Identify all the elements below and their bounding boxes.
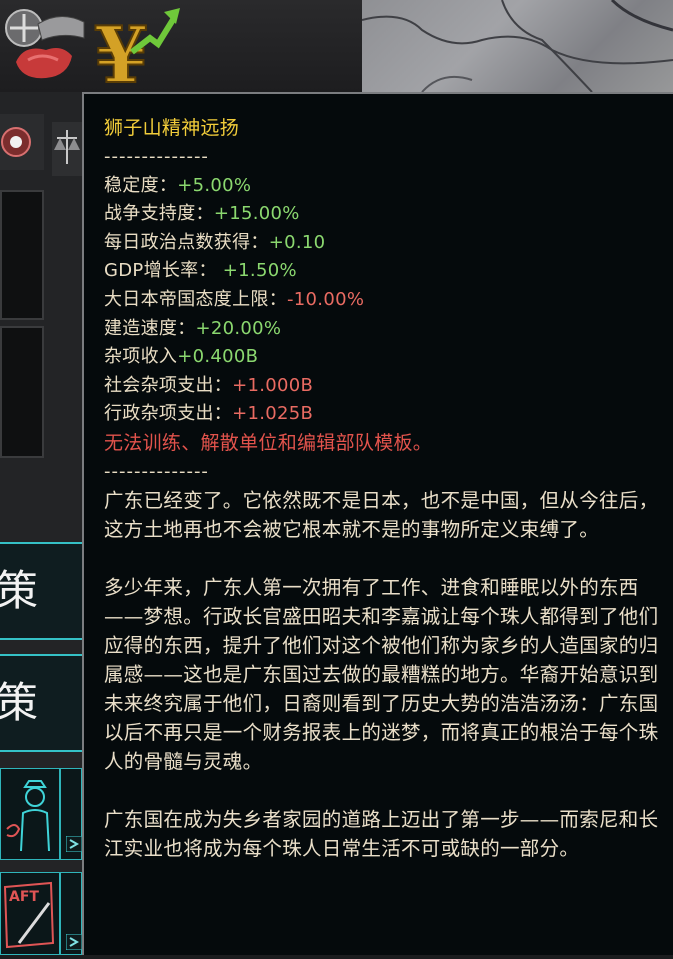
modifier-label: 行政杂项支出： xyxy=(104,403,233,425)
flavor-paragraph: 广东国在成为失乡者家园的道路上迈出了第一步——而索尼和长江实业也将成为每个珠人日… xyxy=(104,808,659,861)
modifier-label: 社会杂项支出： xyxy=(104,374,233,396)
panel-field xyxy=(0,190,44,320)
modifier-value: +1.50% xyxy=(222,260,297,282)
modifier-label: 建造速度： xyxy=(104,317,196,339)
modifier-value: +5.00% xyxy=(177,174,252,196)
flavor-paragraph: 多少年来，广东人第一次拥有了工作、进食和睡眠以外的东西——梦想。行政长官盛田昭夫… xyxy=(104,576,659,774)
advisor-slot[interactable] xyxy=(0,768,60,860)
modifier-value: +15.00% xyxy=(213,203,300,225)
modifier-value: +0.400B xyxy=(177,346,259,368)
modifier-label: 每日政治点数获得： xyxy=(104,231,269,253)
top-bar: ¥ xyxy=(0,0,362,94)
modifier-value: +1.025B xyxy=(232,403,314,425)
modifier-value: +0.10 xyxy=(268,231,326,253)
draft-paper-icon xyxy=(3,881,55,949)
separator: -------------- xyxy=(104,460,209,482)
police-officer-icon xyxy=(6,780,50,852)
modifier-label: GDP增长率： xyxy=(104,260,223,282)
money-growth-icon[interactable]: ¥ xyxy=(92,2,182,88)
draft-label: AFT xyxy=(9,889,39,905)
world-map[interactable] xyxy=(362,0,673,92)
separator: -------------- xyxy=(104,146,209,167)
panel-field xyxy=(0,326,44,458)
modifier-label: 战争支持度： xyxy=(104,203,214,225)
flavor-text: 广东已经变了。它依然既不是日本，也不是中国，但从今往后，这方土地再也不会被它根本… xyxy=(104,486,673,863)
modifier-label: 杂项收入 xyxy=(104,346,178,368)
cog-icon[interactable] xyxy=(0,114,44,170)
modifier-row: 大日本帝国态度上限： -10.00% xyxy=(104,286,673,315)
restriction-warning: 无法训练、解散单位和编辑部队模板。 xyxy=(104,431,433,454)
modifier-value: +1.000B xyxy=(232,374,314,396)
modifier-row: GDP增长率： +1.50% xyxy=(104,257,673,286)
policy-slot-1[interactable]: 策 xyxy=(0,542,82,640)
policy-slot-label: 策 xyxy=(0,566,39,615)
expand-arrow-icon[interactable] xyxy=(66,934,82,950)
tooltip-title: 狮子山精神远扬 xyxy=(104,117,240,139)
modifier-row: 社会杂项支出： +1.000B xyxy=(104,372,673,401)
modifier-row: 杂项收入 +0.400B xyxy=(104,343,673,372)
modifier-row: 稳定度： +5.00% xyxy=(104,172,673,201)
modifier-row: 每日政治点数获得： +0.10 xyxy=(104,229,673,258)
modifier-row: 战争支持度： +15.00% xyxy=(104,200,673,229)
modifier-row: 行政杂项支出： +1.025B xyxy=(104,400,673,429)
modifier-label: 大日本帝国态度上限： xyxy=(104,288,287,310)
modifier-label: 稳定度： xyxy=(104,174,178,196)
policy-slot-2[interactable]: 策 xyxy=(0,654,82,752)
policy-slot-label: 策 xyxy=(0,678,39,727)
expand-arrow-icon[interactable] xyxy=(66,836,82,852)
idea-tooltip: 狮子山精神远扬 -------------- 稳定度： +5.00% 战争支持度… xyxy=(82,92,673,955)
modifier-value: +20.00% xyxy=(195,317,282,339)
modifier-list: 稳定度： +5.00% 战争支持度： +15.00% 每日政治点数获得： +0.… xyxy=(104,172,673,429)
flavor-paragraph: 广东已经变了。它依然既不是日本，也不是中国，但从今往后，这方土地再也不会被它根本… xyxy=(104,489,659,542)
flag-emblem-icon[interactable] xyxy=(2,4,88,86)
scales-icon[interactable] xyxy=(52,122,82,176)
modifier-row: 建造速度： +20.00% xyxy=(104,315,673,344)
modifier-value: -10.00% xyxy=(287,288,365,310)
left-panel: 策 策 AFT xyxy=(0,92,82,955)
advisor-slot[interactable]: AFT xyxy=(0,872,60,955)
